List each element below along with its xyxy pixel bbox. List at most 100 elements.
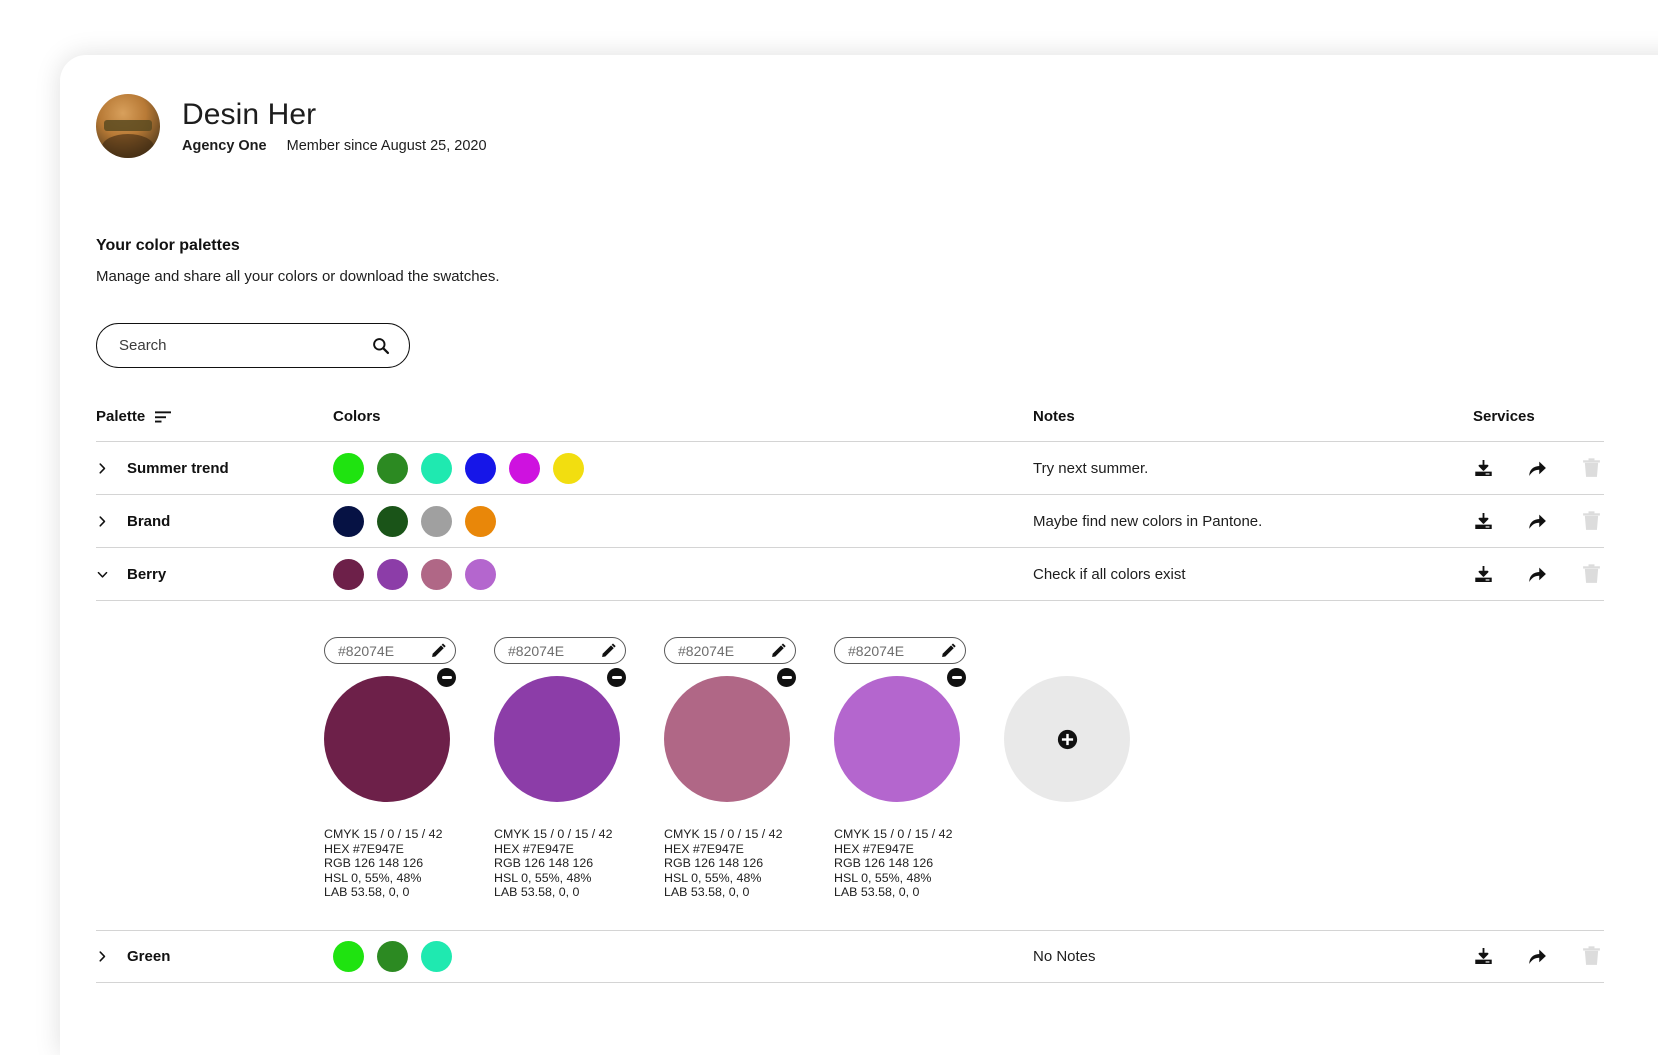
column-header-notes: Notes xyxy=(1033,408,1473,425)
chevron-down-icon[interactable] xyxy=(96,568,109,581)
chevron-right-icon[interactable] xyxy=(96,462,109,475)
color-dot[interactable] xyxy=(377,941,408,972)
color-hsl: HSL 0, 55%, 48% xyxy=(494,871,632,886)
color-card: #82074E CMYK 15 / 0 / 15 / 42 HEX #7E947… xyxy=(834,637,972,900)
hex-input-field[interactable]: #82074E xyxy=(324,637,456,664)
hex-input-value: #82074E xyxy=(678,643,771,659)
minus-icon[interactable] xyxy=(777,668,796,687)
color-dot[interactable] xyxy=(465,506,496,537)
pencil-icon[interactable] xyxy=(771,643,786,658)
palette-color-dots xyxy=(333,506,1033,537)
profile-member-since: Member since August 25, 2020 xyxy=(287,138,487,154)
hex-input-field[interactable]: #82074E xyxy=(494,637,626,664)
section-description: Manage and share all your colors or down… xyxy=(96,268,1658,285)
palette-services xyxy=(1473,564,1604,585)
pencil-icon[interactable] xyxy=(601,643,616,658)
profile-agency: Agency One xyxy=(182,138,267,154)
color-dot[interactable] xyxy=(377,559,408,590)
color-hex: HEX #7E947E xyxy=(664,842,802,857)
table-row[interactable]: Berry Check if all colors exist xyxy=(96,547,1604,600)
color-hsl: HSL 0, 55%, 48% xyxy=(664,871,802,886)
color-rgb: RGB 126 148 126 xyxy=(494,856,632,871)
color-swatch[interactable] xyxy=(664,676,790,802)
color-info: CMYK 15 / 0 / 15 / 42 HEX #7E947E RGB 12… xyxy=(664,827,802,900)
add-color-button[interactable] xyxy=(1004,676,1130,802)
color-hsl: HSL 0, 55%, 48% xyxy=(834,871,972,886)
trash-icon xyxy=(1581,511,1602,532)
sort-icon[interactable] xyxy=(155,410,172,423)
palette-name: Brand xyxy=(127,513,170,530)
color-lab: LAB 53.58, 0, 0 xyxy=(494,885,632,900)
search-input[interactable] xyxy=(119,337,371,354)
color-swatch[interactable] xyxy=(834,676,960,802)
page-title: Desin Her xyxy=(182,98,487,132)
palette-color-dots xyxy=(333,559,1033,590)
download-icon[interactable] xyxy=(1473,946,1494,967)
search-bar[interactable] xyxy=(96,323,410,368)
chevron-right-icon[interactable] xyxy=(96,950,109,963)
color-dot[interactable] xyxy=(553,453,584,484)
color-swatch[interactable] xyxy=(494,676,620,802)
color-hex: HEX #7E947E xyxy=(834,842,972,857)
download-icon[interactable] xyxy=(1473,458,1494,479)
color-dot[interactable] xyxy=(509,453,540,484)
palette-notes: Try next summer. xyxy=(1033,460,1473,477)
download-icon[interactable] xyxy=(1473,511,1494,532)
download-icon[interactable] xyxy=(1473,564,1494,585)
share-icon[interactable] xyxy=(1527,564,1548,585)
color-card: #82074E CMYK 15 / 0 / 15 / 42 HEX #7E947… xyxy=(494,637,632,900)
app-window: Desin Her Agency One Member since August… xyxy=(60,55,1658,1055)
share-icon[interactable] xyxy=(1527,946,1548,967)
hex-input-field[interactable]: #82074E xyxy=(664,637,796,664)
palette-toggle[interactable]: Brand xyxy=(96,513,333,530)
trash-icon xyxy=(1581,564,1602,585)
table-row[interactable]: Brand Maybe find new colors in Pantone. xyxy=(96,494,1604,547)
color-dot[interactable] xyxy=(333,506,364,537)
trash-icon xyxy=(1581,946,1602,967)
column-header-colors: Colors xyxy=(333,408,1033,425)
palette-toggle[interactable]: Summer trend xyxy=(96,460,333,477)
palette-toggle[interactable]: Berry xyxy=(96,566,333,583)
palette-color-dots xyxy=(333,941,1033,972)
table-body: Summer trend Try next summer. Brand Mayb… xyxy=(96,441,1604,983)
minus-icon[interactable] xyxy=(437,668,456,687)
minus-icon[interactable] xyxy=(607,668,626,687)
color-dot[interactable] xyxy=(465,559,496,590)
hex-input-field[interactable]: #82074E xyxy=(834,637,966,664)
share-icon[interactable] xyxy=(1527,458,1548,479)
palette-color-dots xyxy=(333,453,1033,484)
color-dot[interactable] xyxy=(377,506,408,537)
palette-name: Green xyxy=(127,948,170,965)
palette-toggle[interactable]: Green xyxy=(96,948,333,965)
minus-icon[interactable] xyxy=(947,668,966,687)
pencil-icon[interactable] xyxy=(941,643,956,658)
color-cmyk: CMYK 15 / 0 / 15 / 42 xyxy=(324,827,462,842)
color-dot[interactable] xyxy=(333,559,364,590)
palette-services xyxy=(1473,946,1604,967)
chevron-right-icon[interactable] xyxy=(96,515,109,528)
color-dot[interactable] xyxy=(421,506,452,537)
color-dot[interactable] xyxy=(377,453,408,484)
expanded-color-panel: #82074E CMYK 15 / 0 / 15 / 42 HEX #7E947… xyxy=(96,600,1604,930)
profile-header: Desin Her Agency One Member since August… xyxy=(96,88,1658,164)
color-dot[interactable] xyxy=(333,941,364,972)
color-dot[interactable] xyxy=(333,453,364,484)
hex-input-value: #82074E xyxy=(338,643,431,659)
table-row[interactable]: Summer trend Try next summer. xyxy=(96,441,1604,494)
column-header-services: Services xyxy=(1473,408,1604,425)
palettes-table: Palette Colors Notes Services Summer tre… xyxy=(96,408,1604,983)
search-icon[interactable] xyxy=(371,336,390,355)
color-dot[interactable] xyxy=(465,453,496,484)
color-dot[interactable] xyxy=(421,453,452,484)
color-swatch[interactable] xyxy=(324,676,450,802)
color-dot[interactable] xyxy=(421,559,452,590)
palette-name: Berry xyxy=(127,566,166,583)
color-lab: LAB 53.58, 0, 0 xyxy=(324,885,462,900)
share-icon[interactable] xyxy=(1527,511,1548,532)
table-row[interactable]: Green No Notes xyxy=(96,930,1604,983)
column-header-palette: Palette xyxy=(96,408,145,425)
pencil-icon[interactable] xyxy=(431,643,446,658)
table-header: Palette Colors Notes Services xyxy=(96,408,1604,441)
color-dot[interactable] xyxy=(421,941,452,972)
color-card: #82074E CMYK 15 / 0 / 15 / 42 HEX #7E947… xyxy=(664,637,802,900)
